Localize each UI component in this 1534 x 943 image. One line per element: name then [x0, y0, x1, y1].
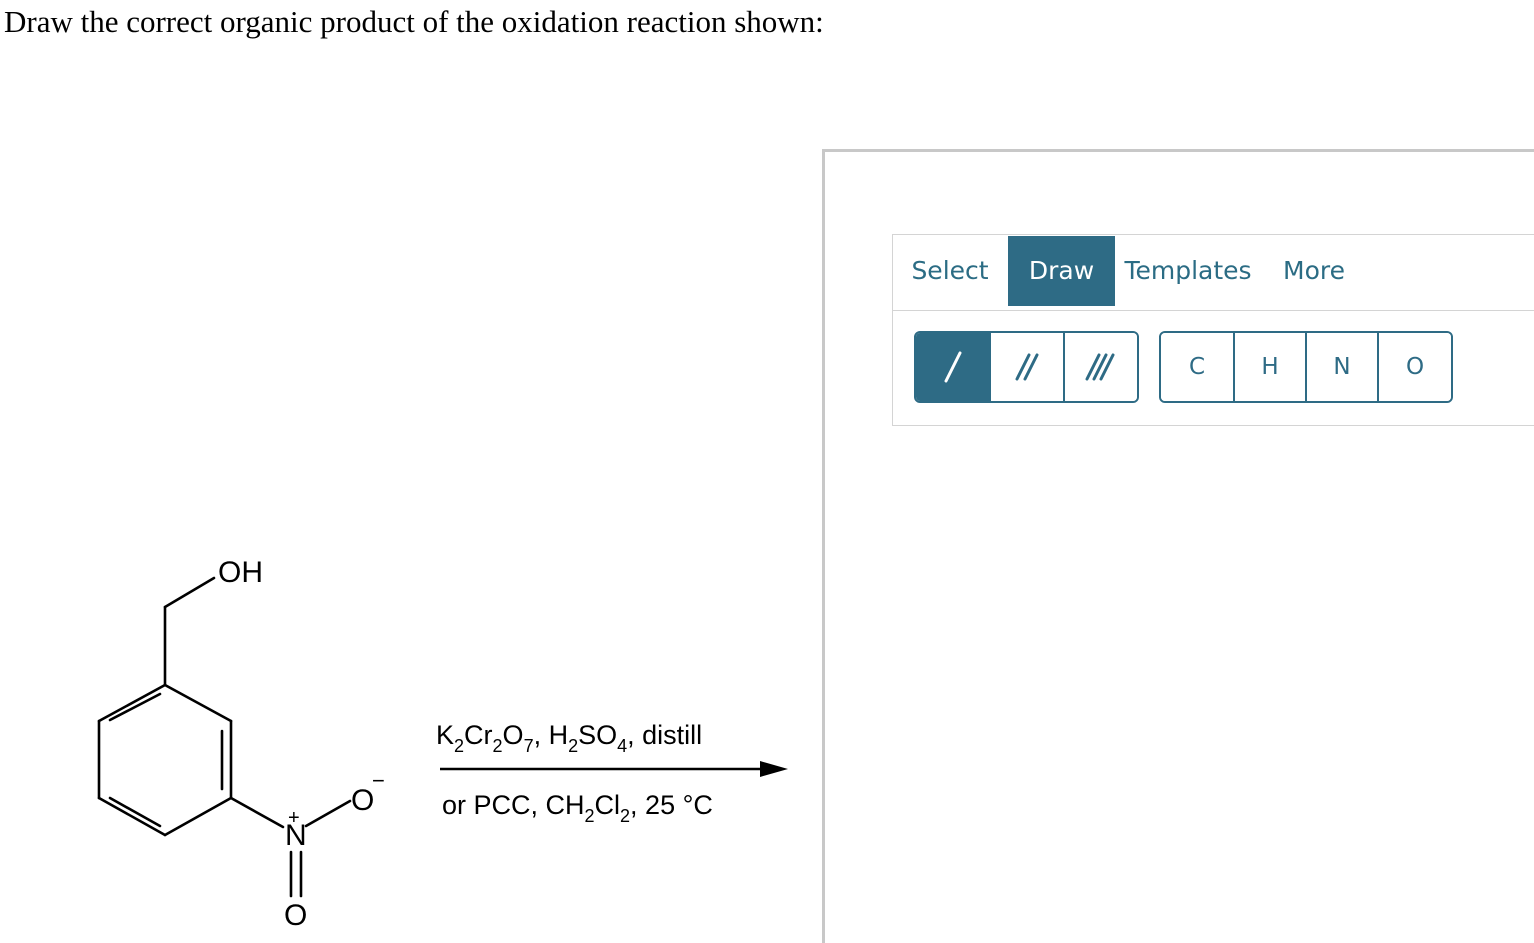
reaction-arrow [440, 761, 788, 777]
double-bond-icon [1015, 353, 1039, 381]
nitro-o-single-label: O [351, 784, 374, 817]
atom-tool-label: C [1188, 354, 1206, 380]
tab-draw[interactable]: Draw [1008, 236, 1115, 306]
atom-tool-nitrogen[interactable]: N [1307, 333, 1379, 401]
sketcher-tabs: Select Draw Templates More [893, 235, 1534, 309]
tab-select[interactable]: Select [893, 236, 1007, 306]
nitro-o-double-label: O [284, 899, 307, 932]
tab-templates[interactable]: Templates [1119, 236, 1257, 306]
sketcher-toolbar: Select Draw Templates More C H N O [892, 234, 1534, 426]
triple-bond-icon [1085, 353, 1115, 381]
c-n-bond [229, 796, 285, 829]
tab-more[interactable]: More [1269, 236, 1359, 306]
ch2o-bond [163, 576, 216, 609]
single-bond-tool[interactable] [916, 333, 991, 401]
ring-bond [163, 683, 233, 723]
ring-double-bond [108, 692, 162, 722]
atom-tool-carbon[interactable]: C [1161, 333, 1235, 401]
triple-bond-tool[interactable] [1065, 333, 1137, 401]
atom-tool-label: O [1405, 354, 1425, 380]
nitro-plus-charge: + [288, 807, 300, 829]
ring-double-bond [108, 796, 162, 828]
ring-bond [97, 683, 167, 723]
conditions-top: K2Cr2O7, H2SO4, distill [436, 720, 702, 756]
bond-tool-group [914, 331, 1139, 403]
double-bond-tool[interactable] [991, 333, 1065, 401]
ring-bond [97, 796, 167, 837]
ring-bond [163, 796, 233, 837]
atom-tool-label: N [1333, 354, 1351, 380]
single-bond-icon [944, 351, 961, 383]
n-o-single-bond [304, 799, 352, 828]
atom-tool-group: C H N O [1159, 331, 1453, 403]
atom-tool-hydrogen[interactable]: H [1235, 333, 1307, 401]
atom-tool-label: H [1261, 354, 1279, 380]
tab-divider [893, 310, 1534, 311]
nitro-minus-charge: − [372, 768, 385, 793]
reaction-scheme: OH N + O − O K2Cr2O7, H2SO4, distill or … [97, 556, 788, 932]
conditions-bottom: or PCC, CH2Cl2, 25 °C [442, 790, 713, 826]
hydroxyl-label: OH [218, 556, 263, 589]
atom-tool-oxygen[interactable]: O [1379, 333, 1451, 401]
